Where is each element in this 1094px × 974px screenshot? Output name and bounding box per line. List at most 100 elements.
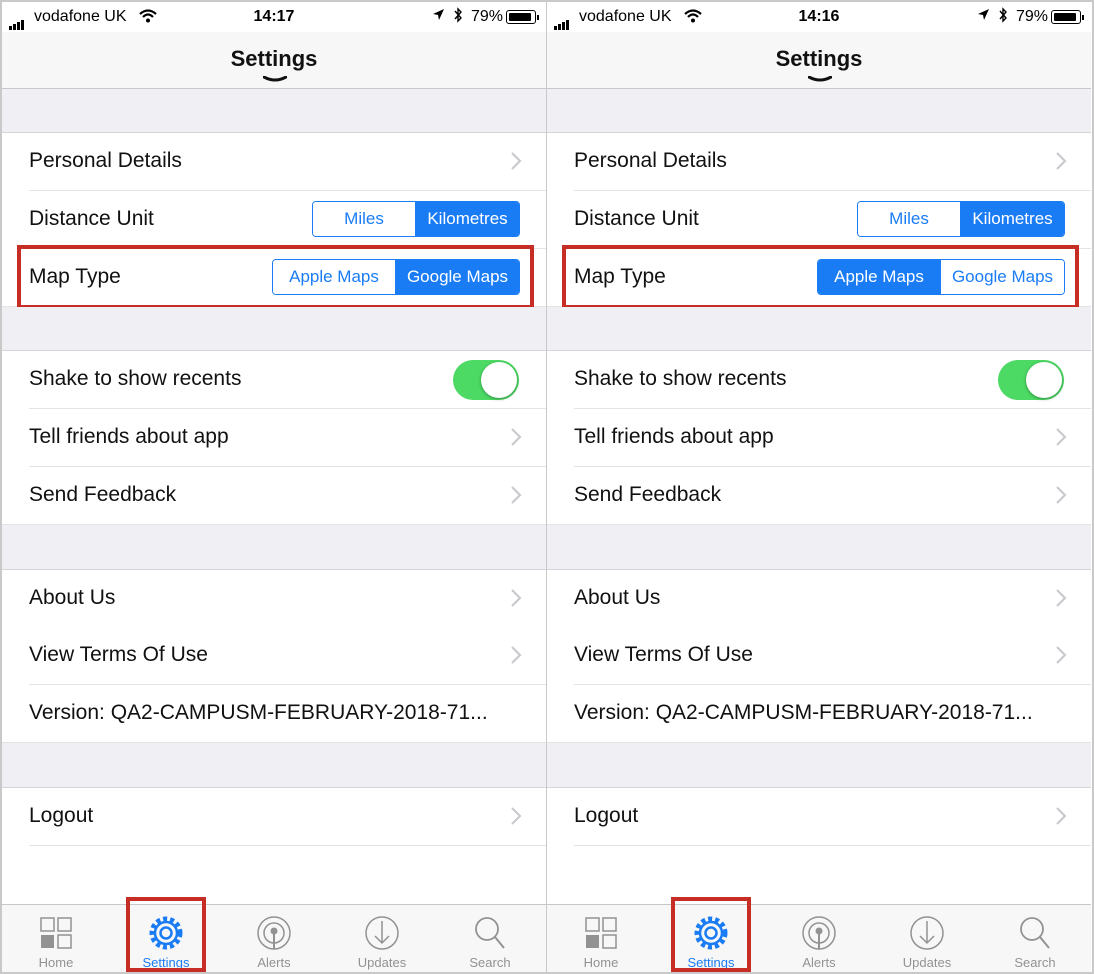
clock: 14:17 (253, 8, 295, 25)
row-logout[interactable]: Logout (547, 787, 1091, 846)
updates-download-icon (910, 916, 944, 950)
row-personal-details[interactable]: Personal Details (2, 132, 546, 191)
chevron-right-icon (510, 151, 522, 177)
tab-search[interactable]: Search (436, 905, 544, 972)
phone-screen-right: vodafone UK 14:16 79% Settings Personal … (547, 2, 1091, 972)
tab-search[interactable]: Search (981, 905, 1089, 972)
bluetooth-icon (453, 7, 463, 27)
row-send-feedback[interactable]: Send Feedback (547, 467, 1091, 525)
map-type-highlight-box (17, 245, 534, 309)
segment-kilometres[interactable]: Kilometres (415, 202, 519, 236)
tab-label: Alerts (257, 955, 291, 970)
chevron-right-icon (1055, 151, 1067, 177)
navigation-bar: Settings (2, 32, 546, 89)
tab-label: Home (583, 955, 619, 970)
distance-unit-segmented-control: Miles Kilometres (312, 201, 520, 237)
row-version: Version: QA2-CAMPUSM-FEBRUARY-2018-71... (547, 685, 1091, 743)
row-logout[interactable]: Logout (2, 787, 546, 846)
tab-home[interactable]: Home (547, 905, 655, 972)
tab-alerts[interactable]: Alerts (765, 905, 873, 972)
chevron-right-icon (1055, 806, 1067, 832)
updates-download-icon (365, 916, 399, 950)
section-gap (547, 743, 1091, 788)
tab-label: Alerts (802, 955, 836, 970)
tab-home[interactable]: Home (2, 905, 110, 972)
row-tell-friends[interactable]: Tell friends about app (547, 409, 1091, 467)
section-gap (547, 89, 1091, 133)
tab-label: Home (38, 955, 74, 970)
row-view-terms[interactable]: View Terms Of Use (2, 627, 546, 685)
battery-icon (1051, 10, 1084, 24)
shake-toggle-switch[interactable] (998, 360, 1064, 400)
settings-tab-highlight-box (671, 897, 751, 972)
tab-label: Updates (902, 955, 952, 970)
row-label: About Us (574, 586, 661, 609)
version-label: Version: QA2-CAMPUSM-FEBRUARY-2018-71... (574, 701, 1033, 724)
location-arrow-icon (977, 8, 990, 24)
home-grid-icon (40, 917, 72, 949)
section-gap (547, 525, 1091, 570)
row-label: Send Feedback (29, 483, 177, 506)
row-version: Version: QA2-CAMPUSM-FEBRUARY-2018-71... (2, 685, 546, 743)
row-distance-unit: Distance Unit Miles Kilometres (547, 191, 1091, 249)
tab-bar: Home Settings Alerts Updates Search (2, 904, 546, 972)
row-about-us[interactable]: About Us (547, 569, 1091, 628)
section-gap (2, 89, 546, 133)
tab-updates[interactable]: Updates (873, 905, 981, 972)
alerts-broadcast-icon (802, 916, 836, 950)
chevron-right-icon (510, 645, 522, 671)
tab-updates[interactable]: Updates (328, 905, 436, 972)
shake-toggle-switch[interactable] (453, 360, 519, 400)
section-gap (2, 307, 546, 351)
search-magnifier-icon (1020, 917, 1050, 949)
tab-bar: Home Settings Alerts Updates Search (547, 904, 1091, 972)
battery-icon (506, 10, 539, 24)
row-label: Tell friends about app (29, 425, 229, 448)
segment-miles[interactable]: Miles (858, 202, 960, 236)
home-grid-icon (585, 917, 617, 949)
chevron-right-icon (510, 588, 522, 614)
section-gap (2, 525, 546, 570)
tab-alerts[interactable]: Alerts (220, 905, 328, 972)
row-label: Shake to show recents (29, 367, 242, 390)
status-bar: vodafone UK 14:17 79% (2, 2, 546, 32)
section-gap (2, 743, 546, 788)
segment-kilometres[interactable]: Kilometres (960, 202, 1064, 236)
chevron-right-icon (510, 806, 522, 832)
row-send-feedback[interactable]: Send Feedback (2, 467, 546, 525)
collapse-handle-icon[interactable] (808, 76, 832, 82)
row-label: About Us (29, 586, 116, 609)
page-title: Settings (775, 46, 863, 71)
row-view-terms[interactable]: View Terms Of Use (547, 627, 1091, 685)
row-label: Personal Details (29, 149, 182, 172)
row-tell-friends[interactable]: Tell friends about app (2, 409, 546, 467)
row-distance-unit: Distance Unit Miles Kilometres (2, 191, 546, 249)
chevron-right-icon (510, 427, 522, 453)
clock: 14:16 (798, 8, 840, 25)
segment-miles[interactable]: Miles (313, 202, 415, 236)
phone-screen-left: vodafone UK 14:17 79% Settings Personal … (2, 2, 546, 972)
row-about-us[interactable]: About Us (2, 569, 546, 628)
row-label: Personal Details (574, 149, 727, 172)
alerts-broadcast-icon (257, 916, 291, 950)
settings-tab-highlight-box (126, 897, 206, 972)
chevron-right-icon (1055, 427, 1067, 453)
status-bar: vodafone UK 14:16 79% (547, 2, 1091, 32)
row-label: Tell friends about app (574, 425, 774, 448)
tab-label: Search (1014, 955, 1056, 970)
search-magnifier-icon (475, 917, 505, 949)
battery-percentage: 79% (471, 8, 504, 25)
row-label: Logout (574, 804, 639, 827)
collapse-handle-icon[interactable] (263, 76, 287, 82)
row-label: Distance Unit (574, 207, 699, 230)
row-label: View Terms Of Use (574, 643, 753, 666)
chevron-right-icon (1055, 588, 1067, 614)
map-type-highlight-box (562, 245, 1079, 309)
tab-label: Updates (357, 955, 407, 970)
row-label: View Terms Of Use (29, 643, 208, 666)
row-label: Logout (29, 804, 94, 827)
distance-unit-segmented-control: Miles Kilometres (857, 201, 1065, 237)
row-label: Distance Unit (29, 207, 154, 230)
row-label: Send Feedback (574, 483, 722, 506)
row-personal-details[interactable]: Personal Details (547, 132, 1091, 191)
